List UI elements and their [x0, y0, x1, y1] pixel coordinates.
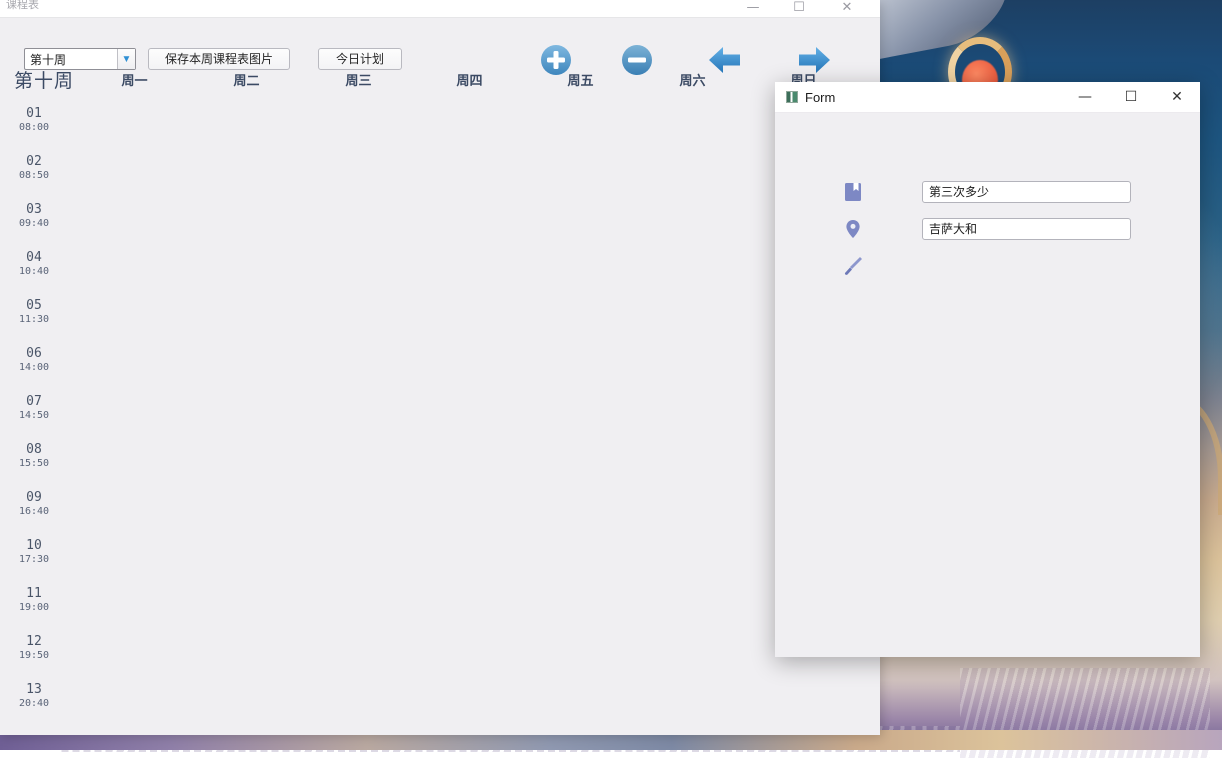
app-logo-icon — [786, 91, 798, 103]
period-slot: 0714:50 — [0, 394, 68, 422]
app-maximize-button[interactable]: ☐ — [776, 0, 822, 18]
schedule-grid: 0108:000208:500309:400410:400511:300614:… — [0, 96, 880, 726]
period-number: 06 — [0, 346, 68, 361]
period-slot: 0815:50 — [0, 442, 68, 470]
course-form-dialog: Form — ☐ ✕ 第三次多少 吉萨大和 — [775, 82, 1200, 657]
form-title: Form — [805, 90, 1062, 105]
period-time: 09:40 — [0, 217, 68, 230]
period-time: 17:30 — [0, 553, 68, 566]
period-time: 08:50 — [0, 169, 68, 182]
form-titlebar: Form — ☐ ✕ — [775, 82, 1200, 113]
day-header-4: 周四 — [414, 70, 525, 89]
period-slot: 0511:30 — [0, 298, 68, 326]
period-time: 15:50 — [0, 457, 68, 470]
period-slot: 0108:00 — [0, 106, 68, 134]
period-number: 09 — [0, 490, 68, 505]
period-slot: 0410:40 — [0, 250, 68, 278]
period-time: 14:50 — [0, 409, 68, 422]
form-minimize-button[interactable]: — — [1062, 82, 1108, 113]
period-time: 11:30 — [0, 313, 68, 326]
app-toolbar: 第十周 ▼ 保存本周课程表图片 今日计划 — [0, 18, 880, 66]
period-slot: 1017:30 — [0, 538, 68, 566]
period-number: 01 — [0, 106, 68, 121]
app-minimize-button[interactable]: — — [730, 0, 776, 18]
period-slot: 0614:00 — [0, 346, 68, 374]
period-number: 08 — [0, 442, 68, 457]
week-header-row: 第十周 周一周二周三周四周五周六周日 — [0, 66, 880, 96]
location-row: 吉萨大和 — [838, 215, 1131, 243]
day-header-3: 周三 — [303, 70, 414, 89]
period-slot: 0916:40 — [0, 490, 68, 518]
location-input[interactable]: 吉萨大和 — [922, 218, 1131, 240]
period-slot: 0208:50 — [0, 154, 68, 182]
app-titlebar: 课程表 — ☐ ✕ — [0, 0, 880, 18]
location-pin-icon — [838, 215, 868, 243]
period-number: 12 — [0, 634, 68, 649]
form-close-button[interactable]: ✕ — [1154, 82, 1200, 113]
period-time: 19:00 — [0, 601, 68, 614]
period-time: 08:00 — [0, 121, 68, 134]
week-select-value: 第十周 — [25, 51, 117, 68]
period-number: 11 — [0, 586, 68, 601]
period-time: 19:50 — [0, 649, 68, 662]
period-time: 10:40 — [0, 265, 68, 278]
current-week-label: 第十周 — [14, 66, 74, 93]
course-name-input[interactable]: 第三次多少 — [922, 181, 1131, 203]
period-number: 13 — [0, 682, 68, 697]
app-title: 课程表 — [6, 0, 39, 12]
day-header-1: 周一 — [79, 70, 190, 89]
period-number: 05 — [0, 298, 68, 313]
color-row — [838, 252, 868, 280]
day-header-5: 周五 — [525, 70, 636, 89]
book-icon — [838, 178, 868, 206]
day-header-6: 周六 — [637, 70, 748, 89]
period-number: 10 — [0, 538, 68, 553]
period-number: 07 — [0, 394, 68, 409]
period-slot: 0309:40 — [0, 202, 68, 230]
app-close-button[interactable]: ✕ — [824, 0, 870, 18]
period-slot: 1320:40 — [0, 682, 68, 710]
day-header-2: 周二 — [191, 70, 302, 89]
period-number: 03 — [0, 202, 68, 217]
period-number: 04 — [0, 250, 68, 265]
period-time: 14:00 — [0, 361, 68, 374]
period-slot: 1119:00 — [0, 586, 68, 614]
period-slot: 1219:50 — [0, 634, 68, 662]
period-number: 02 — [0, 154, 68, 169]
paintbrush-icon — [838, 252, 868, 280]
form-maximize-button[interactable]: ☐ — [1108, 82, 1154, 113]
schedule-app-window: 课程表 — ☐ ✕ 第十周 ▼ 保存本周课程表图片 今日计划 — [0, 0, 880, 735]
period-time: 20:40 — [0, 697, 68, 710]
course-name-row: 第三次多少 — [838, 178, 1131, 206]
period-time: 16:40 — [0, 505, 68, 518]
